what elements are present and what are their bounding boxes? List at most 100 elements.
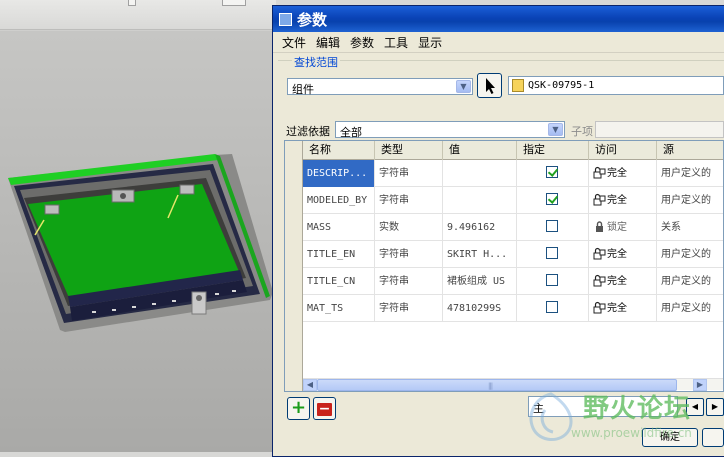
cell-source[interactable]: 用户定义的: [657, 160, 723, 187]
menu-bar: 文件 编辑 参数 工具 显示: [273, 32, 724, 53]
cell-source[interactable]: 用户定义的: [657, 268, 723, 295]
designate-checkbox[interactable]: [546, 193, 558, 205]
table-row[interactable]: MAT_TS 字符串 47810299S 完全 用户定义的: [303, 295, 723, 322]
table-row[interactable]: DESCRIP... 字符串 完全 用户定义的: [303, 160, 723, 187]
column-header-type[interactable]: 类型: [375, 141, 443, 160]
group-divider: [278, 60, 724, 61]
access-label: 锁定: [607, 222, 627, 233]
cell-source[interactable]: 用户定义的: [657, 241, 723, 268]
cell-type[interactable]: 字符串: [375, 268, 443, 295]
cell-type[interactable]: 字符串: [375, 187, 443, 214]
unlock-icon: [593, 193, 606, 206]
cell-value[interactable]: SKIRT H...: [443, 241, 517, 268]
menu-tools[interactable]: 工具: [379, 34, 413, 51]
app-window-icon: [279, 12, 292, 26]
menu-file[interactable]: 文件: [277, 34, 311, 51]
designate-checkbox[interactable]: [546, 274, 558, 286]
access-label: 完全: [607, 195, 627, 206]
designate-checkbox[interactable]: [546, 166, 558, 178]
access-label: 完全: [607, 168, 627, 179]
designate-checkbox[interactable]: [546, 220, 558, 232]
chevron-down-icon[interactable]: ▼: [456, 80, 471, 93]
access-label: 完全: [607, 276, 627, 287]
delete-parameter-button[interactable]: −: [313, 397, 336, 420]
unlock-icon: [593, 274, 606, 287]
designate-checkbox[interactable]: [546, 247, 558, 259]
designate-checkbox[interactable]: [546, 301, 558, 313]
title-bar[interactable]: 参数: [273, 6, 724, 32]
flame-logo-icon: [529, 392, 573, 441]
access-label: 完全: [607, 303, 627, 314]
toolbar-button[interactable]: [128, 0, 136, 6]
search-scope-label: 查找范围: [292, 54, 340, 70]
cell-source[interactable]: 用户定义的: [657, 187, 723, 214]
cell-value[interactable]: 9.496162: [443, 214, 517, 241]
cell-type[interactable]: 字符串: [375, 160, 443, 187]
column-header-value[interactable]: 值: [443, 141, 517, 160]
child-label: 子项: [571, 125, 593, 138]
table-header: 名称 类型 值 指定 访问 源: [303, 141, 723, 160]
table-row[interactable]: MASS 实数 9.496162 锁定 关系: [303, 214, 723, 241]
unlock-icon: [593, 247, 606, 260]
child-field[interactable]: [595, 121, 724, 138]
cell-name[interactable]: MAT_TS: [303, 295, 375, 322]
menu-edit[interactable]: 编辑: [311, 34, 345, 51]
cell-name[interactable]: DESCRIP...: [303, 160, 375, 187]
cell-type[interactable]: 实数: [375, 214, 443, 241]
unlock-icon: [593, 166, 606, 179]
table-row[interactable]: TITLE_EN 字符串 SKIRT H... 完全 用户定义的: [303, 241, 723, 268]
scope-path-field[interactable]: QSK-09795-1: [508, 76, 724, 95]
scroll-left-icon[interactable]: ◀: [303, 379, 317, 391]
table-row[interactable]: MODELED_BY 字符串 完全 用户定义的: [303, 187, 723, 214]
table-row[interactable]: TITLE_CN 字符串 裙板组成 US 完全 用户定义的: [303, 268, 723, 295]
column-header-access[interactable]: 访问: [589, 141, 657, 160]
cell-value[interactable]: 47810299S: [443, 295, 517, 322]
scope-select[interactable]: 组件 ▼: [287, 78, 473, 96]
cell-name[interactable]: MODELED_BY: [303, 187, 375, 214]
filter-label: 过滤依据: [286, 125, 330, 138]
filter-select[interactable]: 全部 ▼: [335, 121, 565, 139]
cell-designate: [517, 214, 589, 241]
cell-designate: [517, 241, 589, 268]
cell-value[interactable]: 裙板组成 US: [443, 268, 517, 295]
cell-type[interactable]: 字符串: [375, 241, 443, 268]
cad-toolbar: [0, 0, 276, 30]
chevron-down-icon[interactable]: ▼: [548, 123, 563, 136]
menu-parameters[interactable]: 参数: [345, 34, 379, 51]
cell-name[interactable]: TITLE_CN: [303, 268, 375, 295]
column-header-source[interactable]: 源: [657, 141, 723, 160]
table-body: DESCRIP... 字符串 完全 用户定义的 MODELED_BY 字符串 完全 用户定义的…: [303, 160, 723, 322]
cell-name[interactable]: MASS: [303, 214, 375, 241]
menu-display[interactable]: 显示: [413, 34, 447, 51]
add-parameter-button[interactable]: +: [287, 397, 310, 420]
cell-access[interactable]: 完全: [589, 160, 657, 187]
cell-access[interactable]: 完全: [589, 241, 657, 268]
cad-viewport[interactable]: [0, 30, 276, 452]
column-header-designate[interactable]: 指定: [517, 141, 589, 160]
pcb-assembly-model: [8, 154, 273, 332]
cursor-arrow-icon: [486, 78, 495, 94]
cell-designate: [517, 268, 589, 295]
cell-name[interactable]: TITLE_EN: [303, 241, 375, 268]
unlock-icon: [593, 301, 606, 314]
row-header-column: [285, 141, 303, 391]
cell-type[interactable]: 字符串: [375, 295, 443, 322]
cell-value[interactable]: [443, 187, 517, 214]
dialog-title: 参数: [297, 10, 328, 29]
cell-value[interactable]: [443, 160, 517, 187]
select-item-button[interactable]: [477, 73, 502, 98]
cell-access[interactable]: 完全: [589, 187, 657, 214]
access-label: 完全: [607, 249, 627, 260]
cell-designate: [517, 187, 589, 214]
cell-source[interactable]: 关系: [657, 214, 723, 241]
column-header-name[interactable]: 名称: [303, 141, 375, 160]
assembly-icon: [512, 79, 524, 92]
cell-access[interactable]: 完全: [589, 295, 657, 322]
cell-access[interactable]: 锁定: [589, 214, 657, 241]
watermark-text: 野火论坛: [583, 394, 692, 424]
cell-access[interactable]: 完全: [589, 268, 657, 295]
cell-source[interactable]: 用户定义的: [657, 295, 723, 322]
watermark: 野火论坛 www.proewildfire.cn: [513, 386, 724, 452]
toolbar-button[interactable]: [222, 0, 246, 6]
parameter-table: 名称 类型 值 指定 访问 源 DESCRIP... 字符串 完全 用户定义的 MODE…: [284, 140, 724, 392]
